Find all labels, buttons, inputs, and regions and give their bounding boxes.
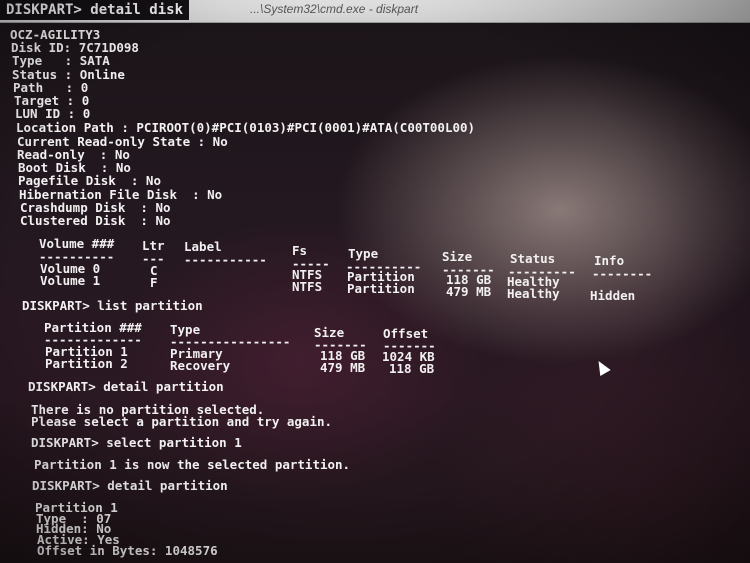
partition-detail-offset: Offset in Bytes: 1048576 xyxy=(37,543,218,558)
volume-separator: ----------- xyxy=(184,252,267,267)
command-list-partition: DISKPART> list partition xyxy=(22,298,203,313)
command-select-partition: DISKPART> select partition 1 xyxy=(31,435,242,450)
disk-pagefile: Pagefile Disk : No xyxy=(18,173,161,188)
volume-separator: -------- xyxy=(592,266,653,281)
disk-clustered: Clustered Disk : No xyxy=(20,213,171,228)
volume-row-1-volume: Volume 1 xyxy=(40,273,101,288)
partition-row-1-offset: 118 GB xyxy=(389,361,435,376)
partition-row-1-type: Recovery xyxy=(170,358,231,373)
volume-row-1-info: Hidden xyxy=(590,288,636,303)
disk-lun-id: LUN ID : 0 xyxy=(15,106,91,121)
current-command-line: DISKPART> detail disk xyxy=(0,0,190,20)
command-detail-partition-2: DISKPART> detail partition xyxy=(32,478,228,493)
disk-type: Type : SATA xyxy=(12,53,110,68)
volume-row-1-type: Partition xyxy=(347,281,415,296)
disk-location-path: Location Path : PCIROOT(0)#PCI(0103)#PCI… xyxy=(16,120,476,135)
volume-row-1-fs: NTFS xyxy=(292,279,323,294)
partition-row-1-name: Partition 2 xyxy=(45,356,128,371)
message-partition-selected: Partition 1 is now the selected partitio… xyxy=(34,457,351,472)
volume-row-1-ltr: F xyxy=(150,275,158,290)
window-title: ...\System32\cmd.exe - diskpart xyxy=(250,2,419,16)
mouse-pointer-icon xyxy=(593,357,611,377)
message-select-partition: Please select a partition and try again. xyxy=(31,414,333,429)
volume-row-1-status: Healthy xyxy=(507,286,560,301)
command-detail-partition: DISKPART> detail partition xyxy=(28,379,224,394)
volume-row-1-size: 479 MB xyxy=(446,284,492,299)
partition-row-1-size: 479 MB xyxy=(320,360,366,375)
